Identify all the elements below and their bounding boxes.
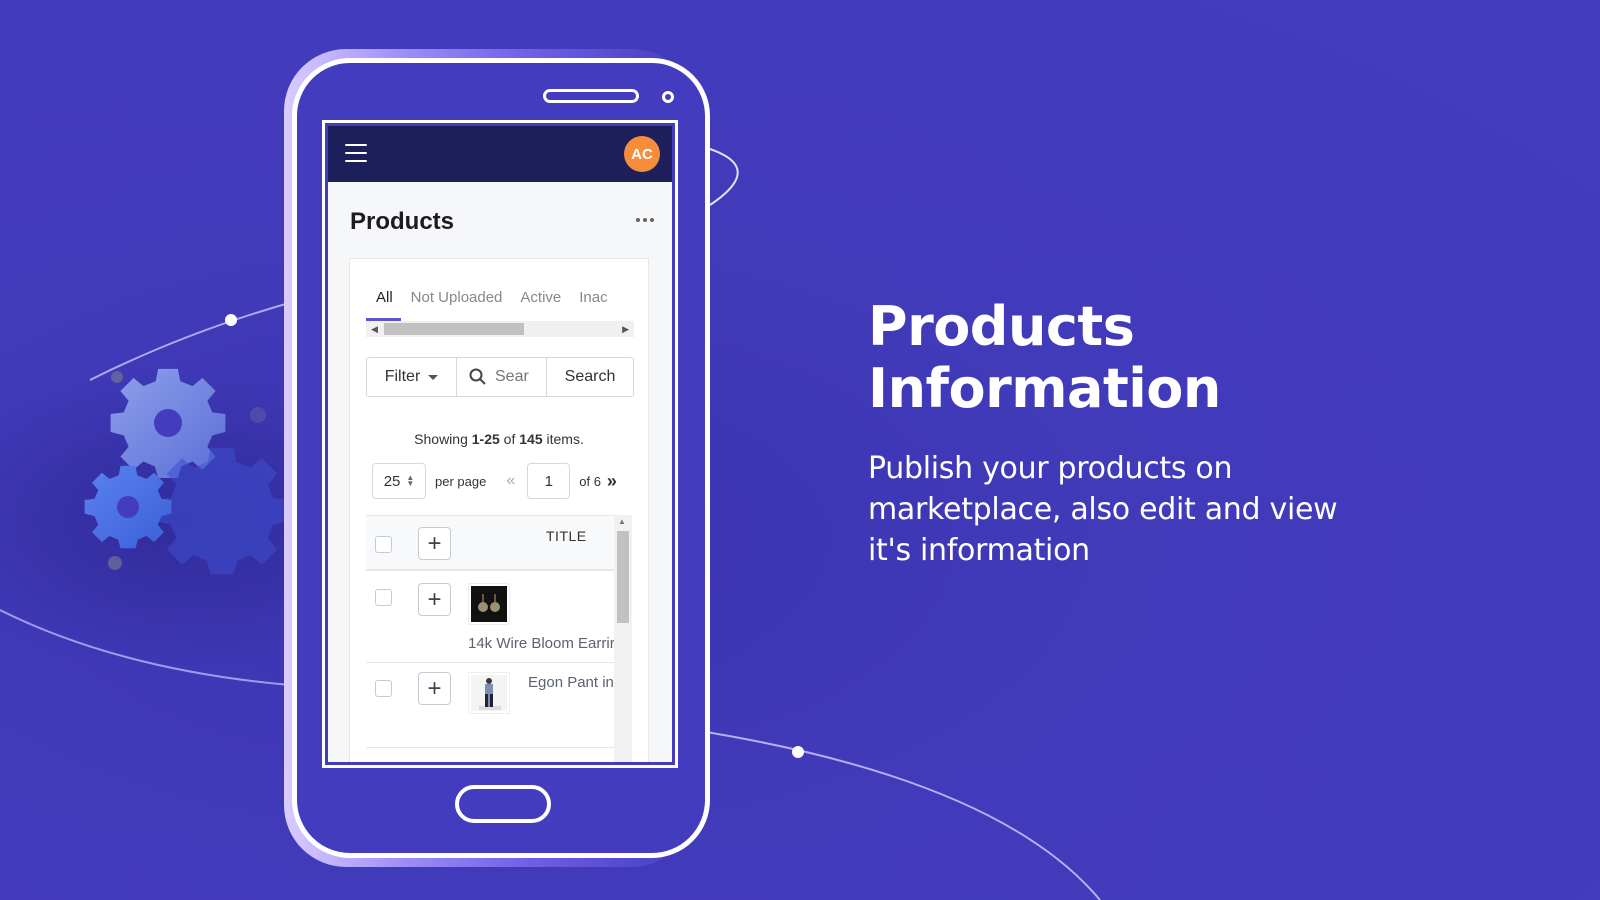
next-page-button[interactable]: » [607, 471, 617, 492]
curve-dot [225, 314, 237, 326]
select-all-checkbox[interactable] [375, 536, 392, 553]
scroll-up-arrow-icon[interactable]: ▲ [618, 517, 626, 526]
previous-page-button[interactable]: « [506, 472, 515, 490]
row-checkbox[interactable] [375, 680, 392, 697]
table-vertical-scrollbar[interactable]: ▲ [614, 515, 632, 762]
tab-all[interactable]: All [366, 287, 401, 321]
hamburger-menu-icon[interactable] [345, 144, 367, 162]
table-row[interactable]: + Egon Pant in [366, 664, 614, 748]
hero-title-line2: Information [868, 357, 1221, 420]
phone-home-button [455, 785, 551, 823]
tabs-horizontal-scrollbar[interactable]: ◀ ▶ [366, 321, 634, 337]
page-title: Products [350, 208, 455, 235]
product-title[interactable]: Egon Pant in [528, 674, 614, 691]
decor-sphere [111, 371, 123, 383]
curve-line-right [699, 730, 1101, 900]
search-input[interactable] [495, 368, 535, 386]
background-decoration [0, 145, 1101, 900]
row-checkbox[interactable] [375, 589, 392, 606]
expand-row-button[interactable]: + [418, 672, 451, 705]
up-down-arrows-icon: ▲ ▼ [406, 473, 415, 488]
search-field[interactable] [457, 358, 547, 396]
user-avatar[interactable]: AC [624, 136, 660, 172]
product-title[interactable]: 14k Wire Bloom Earrir [468, 635, 614, 652]
filter-dropdown-button[interactable]: Filter [367, 358, 457, 396]
per-page-value: 25 [383, 472, 401, 490]
table-header: + TITLE [366, 515, 614, 571]
expand-all-button[interactable]: + [418, 527, 451, 560]
blurred-gear-icon [155, 447, 289, 575]
column-header-title: TITLE [546, 528, 587, 544]
decor-sphere [108, 556, 122, 570]
summary-middle: of [499, 431, 520, 447]
summary-total: 145 [519, 431, 543, 447]
per-page-label: per page [435, 473, 487, 489]
page-number-input[interactable]: 1 [527, 463, 571, 499]
summary-prefix: Showing [414, 431, 472, 447]
search-button[interactable]: Search [547, 358, 633, 396]
scroll-right-arrow-icon[interactable]: ▶ [622, 324, 629, 335]
scrollbar-thumb[interactable] [384, 323, 524, 335]
products-table: + TITLE + 14k Wire Bloom Earrir + Egon P… [366, 515, 614, 762]
earrings-thumbnail [468, 583, 510, 625]
app-topbar: AC [328, 126, 672, 182]
hero-subtitle: Publish your products on marketplace, al… [868, 451, 1338, 568]
page-count-label: of 6 [579, 473, 601, 489]
products-card: All Not Uploaded Active Inac ◀ ▶ Filter [349, 258, 649, 762]
summary-suffix: items. [542, 431, 584, 447]
pants-model-thumbnail [468, 672, 510, 714]
filter-bar: Filter Search [366, 357, 634, 397]
search-icon [469, 368, 486, 385]
scrollbar-thumb[interactable] [617, 531, 629, 623]
scroll-left-arrow-icon[interactable]: ◀ [371, 324, 378, 335]
small-gear-icon [84, 465, 172, 549]
pagination: 25 ▲ ▼ per page « 1 of 6 » [372, 463, 617, 499]
items-summary: Showing 1-25 of 145 items. [350, 431, 648, 447]
curve-dot [792, 746, 804, 758]
tab-active[interactable]: Active [510, 287, 569, 321]
per-page-select[interactable]: 25 ▲ ▼ [372, 463, 426, 499]
expand-row-button[interactable]: + [418, 583, 451, 616]
app-screen: AC Products All Not Uploaded Active Inac… [328, 126, 672, 762]
more-options-icon[interactable] [636, 218, 654, 222]
summary-range: 1-25 [471, 431, 500, 447]
filter-label: Filter [384, 368, 421, 385]
tab-not-uploaded[interactable]: Not Uploaded [401, 287, 511, 321]
caret-down-icon [428, 374, 439, 380]
table-row[interactable]: + 14k Wire Bloom Earrir [366, 573, 614, 663]
decor-sphere [250, 407, 266, 423]
hero-title-line1: Products [868, 295, 1135, 358]
phone-speaker [543, 89, 639, 103]
curve-line-left-top [89, 299, 301, 381]
hero-title: Products Information [868, 296, 1221, 420]
phone-screen: AC Products All Not Uploaded Active Inac… [322, 120, 678, 768]
status-tabs: All Not Uploaded Active Inac [366, 287, 634, 321]
phone-camera [662, 91, 674, 103]
tab-inactive[interactable]: Inac [569, 287, 615, 321]
